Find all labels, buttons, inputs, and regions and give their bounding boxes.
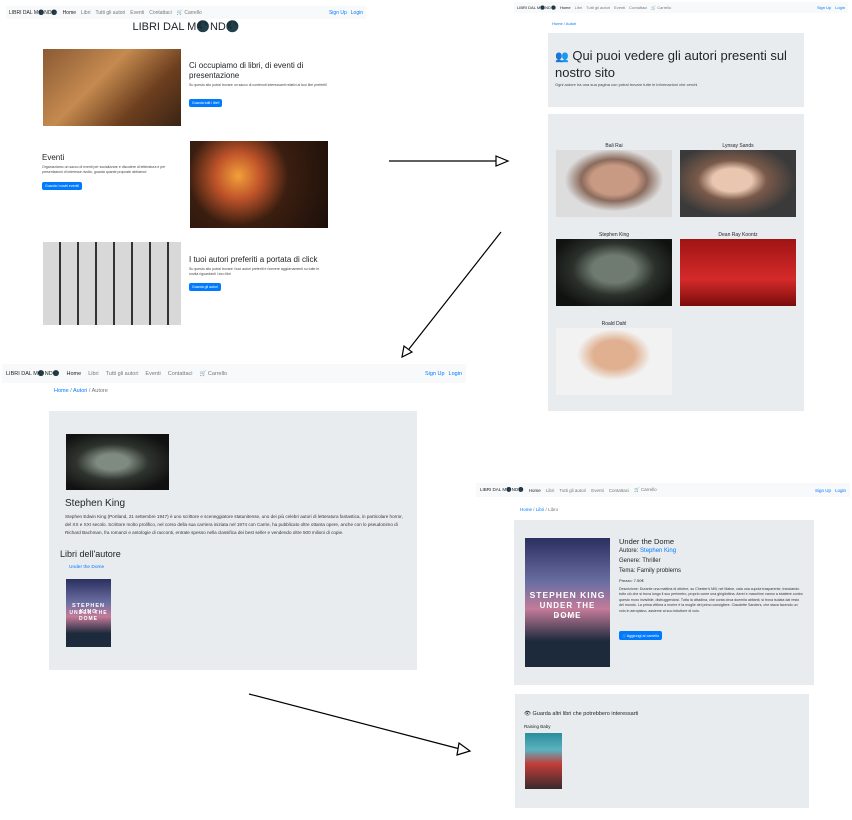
arrowhead [456,741,472,756]
flow-arrows [248,155,510,756]
flow-arrow [248,693,461,750]
flow-arrow [408,231,502,350]
arrowhead [495,155,510,167]
